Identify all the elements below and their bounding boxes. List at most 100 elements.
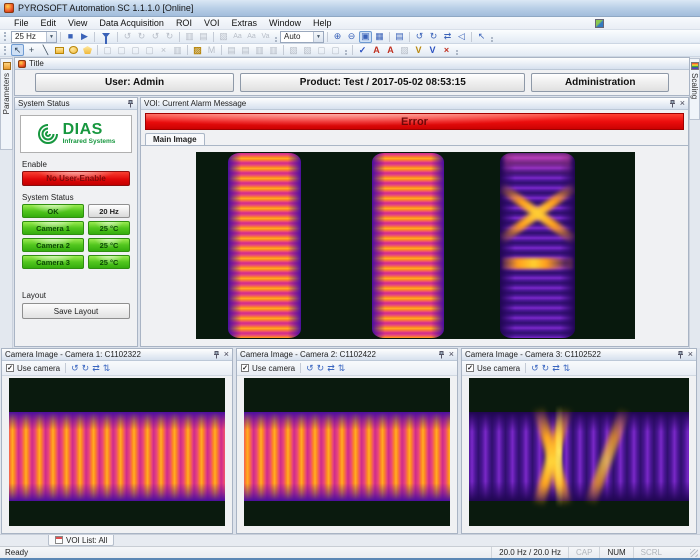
camera1-temp-button[interactable]: 25 °C <box>88 221 130 235</box>
rotate-left-icon[interactable]: ↺ <box>306 364 314 373</box>
camera1-header[interactable]: Camera Image - Camera 1: C1102322 × <box>2 349 232 361</box>
pointer-mode-button[interactable]: ↖ <box>475 31 488 43</box>
voi-v-blue-button[interactable]: V <box>426 44 439 56</box>
rotate-right-icon[interactable]: ↻ <box>317 364 325 373</box>
resize-grip[interactable] <box>690 549 698 557</box>
polygon-roi-tool[interactable] <box>81 44 94 56</box>
pin-icon[interactable] <box>213 351 220 359</box>
camera2-thermal-image[interactable] <box>244 378 450 526</box>
status-rate-button[interactable]: 20 Hz <box>88 204 130 218</box>
flip-vertical-icon[interactable]: ⇅ <box>338 364 346 373</box>
roi-paste-button[interactable]: ▢ <box>129 44 142 56</box>
window-list-icon[interactable] <box>595 19 604 28</box>
chevron-down-icon[interactable]: ▼ <box>313 32 323 42</box>
close-icon[interactable]: × <box>680 99 685 108</box>
voi-folder-button[interactable]: ▨ <box>191 44 204 56</box>
menu-voi[interactable]: VOI <box>198 18 226 28</box>
ellipse-roi-tool[interactable] <box>67 44 80 56</box>
camera2-temp-button[interactable]: 25 °C <box>88 238 130 252</box>
zoom-fit-button[interactable]: ▣ <box>359 31 372 43</box>
pin-icon[interactable] <box>677 351 684 359</box>
camera3-temp-button[interactable]: 25 °C <box>88 255 130 269</box>
ungroup-button[interactable]: ▢ <box>329 44 342 56</box>
roi-delete-button[interactable]: × <box>157 44 170 56</box>
use-camera-checkbox[interactable]: ✓ <box>466 364 474 372</box>
point-tool-button[interactable]: + <box>25 44 38 56</box>
font-aa2-button[interactable]: Aa <box>245 31 258 43</box>
camera3-status-button[interactable]: Camera 3 <box>22 255 84 269</box>
close-icon[interactable]: × <box>688 350 693 359</box>
cam-rotate-90-button[interactable]: ↻ <box>135 31 148 43</box>
camera3-thermal-image[interactable] <box>469 378 689 526</box>
menu-extras[interactable]: Extras <box>225 18 263 28</box>
replay-button[interactable]: ▧ <box>217 31 230 43</box>
window-titlebar[interactable]: PYROSOFT Automation SC 1.1.1.0 [Online] <box>0 0 700 17</box>
voi-check-button[interactable]: ✓ <box>356 44 369 56</box>
flip-vertical-icon[interactable]: ⇅ <box>103 364 111 373</box>
chevron-down-icon[interactable]: ▼ <box>46 32 56 42</box>
acq-start-button[interactable]: ▶ <box>78 31 91 43</box>
font-va-button[interactable]: Va <box>259 31 272 43</box>
fullscreen-button[interactable]: ▦ <box>373 31 386 43</box>
camera1-thermal-image[interactable] <box>9 378 225 526</box>
pin-icon[interactable] <box>669 100 676 108</box>
roi-copy-button[interactable]: ▢ <box>101 44 114 56</box>
select-tool-button[interactable]: ↖ <box>11 44 24 56</box>
sidebar-tab-scaling[interactable]: Scaling <box>689 58 700 120</box>
align-bottom-button[interactable]: ▥ <box>267 44 280 56</box>
toolbar-overflow[interactable] <box>454 44 460 56</box>
flip-horizontal-icon[interactable]: ⇄ <box>327 364 335 373</box>
label-a-sub-button[interactable]: A <box>384 44 397 56</box>
toolbar-grip[interactable] <box>4 46 8 55</box>
distribute-h-button[interactable]: ▧ <box>287 44 300 56</box>
pin-icon[interactable] <box>438 351 445 359</box>
tab-main-image[interactable]: Main Image <box>145 133 205 145</box>
flip-horizontal-button[interactable]: ⇄ <box>441 31 454 43</box>
acq-stop-button[interactable]: ■ <box>64 31 77 43</box>
main-thermal-image[interactable] <box>196 152 635 339</box>
flip-vertical-button[interactable]: ◁ <box>455 31 468 43</box>
pin-icon[interactable] <box>127 100 134 108</box>
title-panel-header[interactable]: Title <box>15 58 689 70</box>
rotate-right-icon[interactable]: ↻ <box>542 364 550 373</box>
roi-cut-button[interactable]: ▢ <box>115 44 128 56</box>
toolbar-overflow[interactable] <box>273 31 279 43</box>
menu-data-acquisition[interactable]: Data Acquisition <box>93 18 170 28</box>
camera1-status-button[interactable]: Camera 1 <box>22 221 84 235</box>
label-a-sup-button[interactable]: A <box>370 44 383 56</box>
distribute-v-button[interactable]: ▧ <box>301 44 314 56</box>
camera3-header[interactable]: Camera Image - Camera 3: C1102522 × <box>462 349 696 361</box>
voi-list-tab[interactable]: VOI List: All <box>48 535 114 546</box>
menu-window[interactable]: Window <box>263 18 307 28</box>
menu-help[interactable]: Help <box>307 18 338 28</box>
flip-horizontal-icon[interactable]: ⇄ <box>552 364 560 373</box>
rotate-left-icon[interactable]: ↺ <box>531 364 539 373</box>
system-status-header[interactable]: System Status <box>15 98 137 110</box>
rectangle-roi-tool[interactable] <box>53 44 66 56</box>
filter-icon[interactable] <box>102 33 110 38</box>
align-top-button[interactable]: ▥ <box>253 44 266 56</box>
snapshot-button[interactable]: ▥ <box>183 31 196 43</box>
menu-roi[interactable]: ROI <box>170 18 198 28</box>
voi-v-yellow-button[interactable]: V <box>412 44 425 56</box>
menu-file[interactable]: File <box>8 18 35 28</box>
flip-vertical-icon[interactable]: ⇅ <box>563 364 571 373</box>
auto-scale-combo[interactable]: Auto ▼ <box>280 31 324 43</box>
clear-labels-button[interactable]: × <box>440 44 453 56</box>
use-camera-checkbox[interactable]: ✓ <box>6 364 14 372</box>
sidebar-tab-parameters[interactable]: Parameters <box>0 58 13 150</box>
roi-list-button[interactable]: ▥ <box>171 44 184 56</box>
rotate-right-icon[interactable]: ↻ <box>82 364 90 373</box>
layout-grid-button[interactable]: ▤ <box>393 31 406 43</box>
zoom-in-button[interactable]: ⊕ <box>331 31 344 43</box>
rotate-left-button[interactable]: ↺ <box>413 31 426 43</box>
menu-edit[interactable]: Edit <box>35 18 63 28</box>
product-button[interactable]: Product: Test / 2017-05-02 08:53:15 <box>240 73 525 92</box>
align-right-button[interactable]: ▤ <box>239 44 252 56</box>
cam-rotate-180-button[interactable]: ↺ <box>149 31 162 43</box>
use-camera-checkbox[interactable]: ✓ <box>241 364 249 372</box>
voi-panel-header[interactable]: VOI: Current Alarm Message × <box>141 98 688 110</box>
close-icon[interactable]: × <box>449 350 454 359</box>
frame-rate-combo[interactable]: 25 Hz ▼ <box>11 31 57 43</box>
align-left-button[interactable]: ▤ <box>225 44 238 56</box>
